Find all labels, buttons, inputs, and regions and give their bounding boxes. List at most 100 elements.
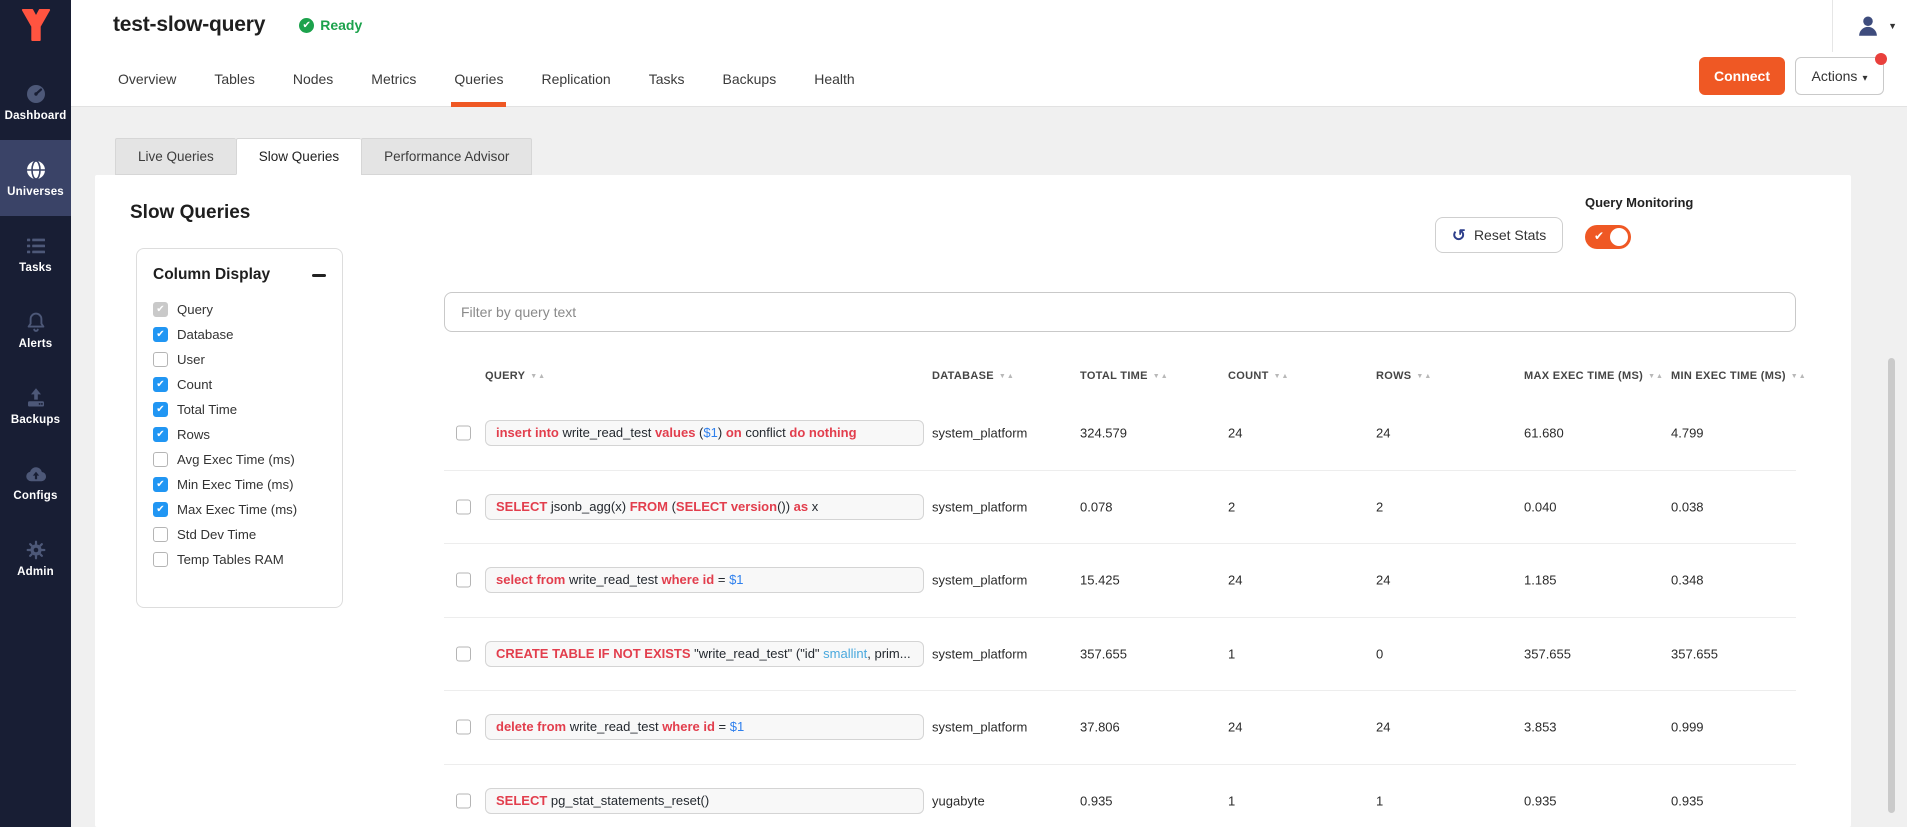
column-option-query[interactable]: Query [153, 297, 326, 322]
column-option-avg-exec-time-ms[interactable]: Avg Exec Time (ms) [153, 447, 326, 472]
cell-rows: 0 [1376, 646, 1383, 661]
column-option-max-exec-time-ms[interactable]: Max Exec Time (ms) [153, 497, 326, 522]
connect-button[interactable]: Connect [1699, 57, 1785, 95]
row-checkbox[interactable] [456, 426, 471, 441]
cell-database: system_platform [932, 426, 1027, 441]
checkbox[interactable] [153, 477, 168, 492]
column-header-label: MAX EXEC TIME (MS) [1524, 370, 1643, 382]
column-header-label: QUERY [485, 370, 525, 382]
sidebar-item-universes[interactable]: Universes [0, 140, 71, 216]
query-cell[interactable]: CREATE TABLE IF NOT EXISTS "write_read_t… [485, 641, 924, 667]
actions-button[interactable]: Actions▾ [1795, 57, 1884, 95]
column-option-user[interactable]: User [153, 347, 326, 372]
tab-tables[interactable]: Tables [195, 50, 273, 107]
column-header-total-time[interactable]: TOTAL TIME▼▲ [1080, 362, 1169, 390]
column-option-total-time[interactable]: Total Time [153, 397, 326, 422]
option-label: User [177, 352, 205, 367]
column-header-max-exec-time-ms[interactable]: MAX EXEC TIME (MS) ▼▲ [1524, 362, 1664, 390]
sidebar-item-dashboard[interactable]: Dashboard [0, 64, 71, 140]
query-cell[interactable]: SELECT pg_stat_statements_reset() [485, 788, 924, 814]
cell-min-exec-time: 357.655 [1671, 646, 1718, 661]
checkbox[interactable] [153, 352, 168, 367]
query-cell[interactable]: insert into write_read_test values ($1) … [485, 420, 924, 446]
yugabyte-logo-icon[interactable] [0, 0, 71, 64]
checkbox[interactable] [153, 327, 168, 342]
subtab-performance-advisor[interactable]: Performance Advisor [361, 138, 532, 175]
query-cell[interactable]: SELECT jsonb_agg(x) FROM (SELECT version… [485, 494, 924, 520]
column-header-min-exec-time-ms[interactable]: MIN EXEC TIME (MS)▼▲ [1671, 362, 1807, 390]
cell-count: 1 [1228, 646, 1235, 661]
tab-replication[interactable]: Replication [522, 50, 629, 107]
column-header-database[interactable]: DATABASE▼▲ [932, 362, 1015, 390]
collapse-icon[interactable] [312, 274, 326, 277]
table-row: CREATE TABLE IF NOT EXISTS "write_read_t… [444, 618, 1796, 692]
column-header-count[interactable]: COUNT▼▲ [1228, 362, 1289, 390]
query-token: write_read_test [565, 572, 661, 587]
row-checkbox[interactable] [456, 499, 471, 514]
column-display-title: Column Display [153, 266, 270, 284]
option-label: Std Dev Time [177, 527, 256, 542]
query-token: insert into [496, 425, 559, 440]
option-label: Total Time [177, 402, 237, 417]
configs-icon [24, 462, 48, 486]
column-option-std-dev-time[interactable]: Std Dev Time [153, 522, 326, 547]
checkbox[interactable] [153, 427, 168, 442]
column-header-label: ROWS [1376, 370, 1411, 382]
sidebar-item-alerts[interactable]: Alerts [0, 292, 71, 368]
tab-metrics[interactable]: Metrics [352, 50, 435, 107]
checkbox[interactable] [153, 527, 168, 542]
column-option-rows[interactable]: Rows [153, 422, 326, 447]
column-options: QueryDatabase User Count Total Time RowsAvg … [153, 297, 326, 572]
query-token: $1 [729, 572, 743, 587]
table-body: insert into write_read_test values ($1) … [444, 397, 1796, 827]
query-filter-input[interactable] [444, 292, 1796, 332]
row-checkbox[interactable] [456, 573, 471, 588]
sort-icon: ▼▲ [1648, 373, 1664, 380]
checkbox[interactable] [153, 552, 168, 567]
query-token: jsonb_agg(x) [547, 499, 629, 514]
slow-queries-table: QUERY▼▲DATABASE▼▲TOTAL TIME▼▲COUNT▼▲ROWS… [444, 292, 1796, 827]
query-monitoring-toggle[interactable] [1585, 225, 1631, 249]
sidebar-nav: DashboardUniversesTasksAlertsBackupsConf… [0, 64, 71, 596]
row-checkbox[interactable] [456, 794, 471, 809]
reset-stats-button[interactable]: ↺ Reset Stats [1435, 217, 1563, 253]
column-option-temp-tables-ram[interactable]: Temp Tables RAM [153, 547, 326, 572]
subtab-live-queries[interactable]: Live Queries [115, 138, 236, 175]
column-header-query[interactable]: QUERY▼▲ [485, 362, 546, 390]
tab-backups[interactable]: Backups [704, 50, 796, 107]
tab-nodes[interactable]: Nodes [274, 50, 352, 107]
sidebar-item-admin[interactable]: Admin [0, 520, 71, 596]
column-header-rows[interactable]: ROWS▼▲ [1376, 362, 1432, 390]
sidebar-item-tasks[interactable]: Tasks [0, 216, 71, 292]
cell-total-time: 357.655 [1080, 646, 1127, 661]
column-option-count[interactable]: Count [153, 372, 326, 397]
tab-tasks[interactable]: Tasks [630, 50, 704, 107]
query-token: FROM [630, 499, 668, 514]
checkbox[interactable] [153, 402, 168, 417]
query-cell[interactable]: select from write_read_test where id = $… [485, 567, 924, 593]
table-header: QUERY▼▲DATABASE▼▲TOTAL TIME▼▲COUNT▼▲ROWS… [444, 362, 1796, 390]
universes-icon [24, 158, 48, 182]
checkbox[interactable] [153, 377, 168, 392]
subtab-slow-queries[interactable]: Slow Queries [236, 138, 361, 175]
vertical-scrollbar[interactable] [1888, 358, 1895, 813]
column-display-panel: Column Display QueryDatabase User Count Tot… [136, 248, 343, 608]
sort-icon: ▼▲ [1791, 373, 1807, 380]
cell-count: 24 [1228, 720, 1242, 735]
column-option-min-exec-time-ms[interactable]: Min Exec Time (ms) [153, 472, 326, 497]
column-option-database[interactable]: Database [153, 322, 326, 347]
sidebar-item-backups[interactable]: Backups [0, 368, 71, 444]
checkbox[interactable] [153, 452, 168, 467]
row-checkbox[interactable] [456, 646, 471, 661]
column-header-label: DATABASE [932, 370, 994, 382]
tab-overview[interactable]: Overview [99, 50, 195, 107]
sidebar-item-configs[interactable]: Configs [0, 444, 71, 520]
row-checkbox[interactable] [456, 720, 471, 735]
tab-queries[interactable]: Queries [435, 50, 522, 107]
tab-health[interactable]: Health [795, 50, 873, 107]
checkbox[interactable] [153, 502, 168, 517]
query-cell[interactable]: delete from write_read_test where id = $… [485, 714, 924, 740]
user-menu[interactable]: ▼ [1832, 0, 1907, 52]
section-heading: Slow Queries [130, 202, 250, 224]
cell-database: system_platform [932, 646, 1027, 661]
